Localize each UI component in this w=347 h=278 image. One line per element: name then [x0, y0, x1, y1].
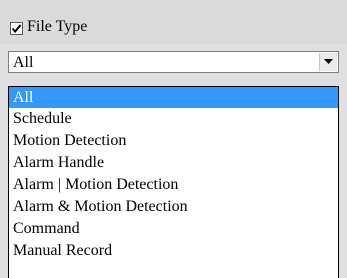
file-type-select[interactable]: All [8, 51, 339, 73]
file-type-checkbox[interactable] [10, 22, 23, 35]
file-type-label[interactable]: File Type [27, 18, 87, 36]
dropdown-option-all[interactable]: All [9, 87, 338, 108]
select-dropdown-button[interactable] [319, 53, 337, 71]
dropdown-option-motion-detection[interactable]: Motion Detection [9, 130, 338, 151]
dropdown-option-alarm-and-motion[interactable]: Alarm & Motion Detection [9, 196, 338, 217]
dropdown-option-manual-record[interactable]: Manual Record [9, 240, 338, 261]
dropdown-option-command[interactable]: Command [9, 218, 338, 239]
filter-header: File Type [0, 0, 347, 44]
file-type-dropdown-list[interactable]: All Schedule Motion Detection Alarm Hand… [8, 86, 339, 278]
file-type-filter-panel: File Type All All Schedule Motion Detect… [0, 0, 347, 278]
check-icon [11, 24, 22, 34]
chevron-down-icon [324, 59, 333, 64]
dropdown-option-alarm-or-motion[interactable]: Alarm | Motion Detection [9, 174, 338, 195]
dropdown-option-schedule[interactable]: Schedule [9, 108, 338, 129]
select-current-value: All [13, 54, 34, 71]
dropdown-option-alarm-handle[interactable]: Alarm Handle [9, 152, 338, 173]
